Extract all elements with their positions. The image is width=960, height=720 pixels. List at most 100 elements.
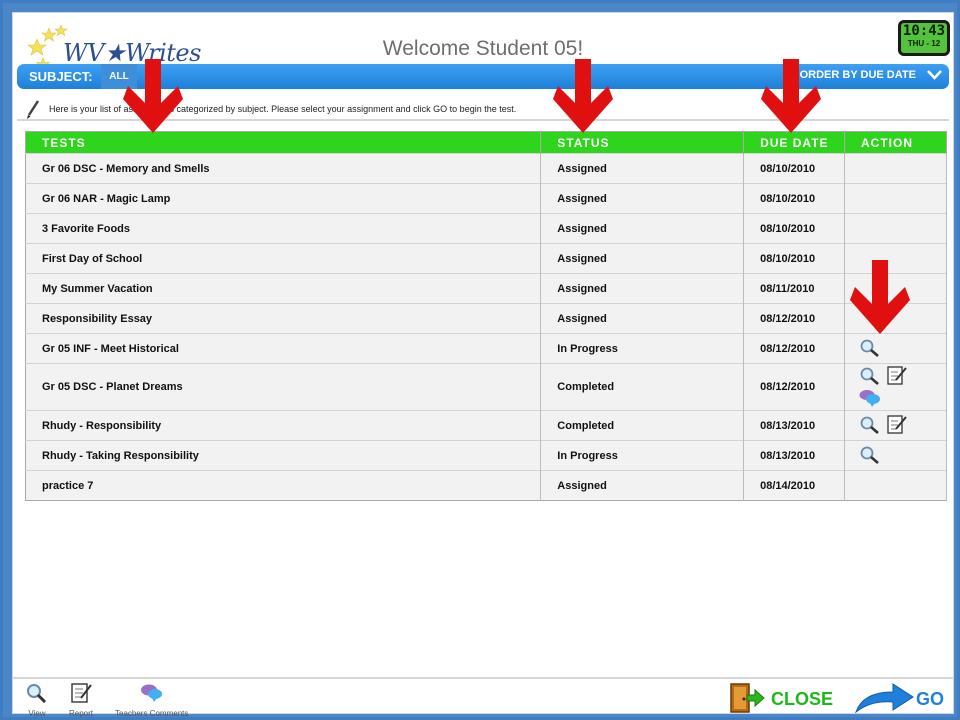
report-action-button[interactable] bbox=[885, 415, 907, 438]
action-cell bbox=[844, 333, 947, 364]
test-name-cell: Gr 06 NAR - Magic Lamp bbox=[25, 183, 542, 214]
due-date-cell: 08/10/2010 bbox=[743, 243, 846, 274]
view-action-button[interactable] bbox=[859, 446, 881, 467]
magnifier-icon[interactable] bbox=[859, 416, 881, 434]
legend-report: Report bbox=[69, 683, 93, 718]
clock-widget: 10:43 THU - 12 bbox=[898, 20, 950, 56]
exit-door-icon bbox=[730, 683, 765, 713]
test-name-cell: Gr 06 DSC - Memory and Smells bbox=[25, 153, 542, 184]
test-name-cell: Gr 05 INF - Meet Historical bbox=[25, 333, 542, 364]
due-date-cell: 08/12/2010 bbox=[743, 363, 846, 411]
view-action-button[interactable] bbox=[859, 339, 881, 360]
due-date-cell: 08/13/2010 bbox=[743, 440, 846, 471]
status-cell: Assigned bbox=[540, 243, 745, 274]
assignments-table: TESTS STATUS DUE DATE ACTION Gr 06 DSC -… bbox=[25, 131, 947, 501]
status-cell: Assigned bbox=[540, 470, 745, 501]
legend-comments-label: Teachers Comments bbox=[115, 709, 189, 718]
table-row[interactable]: Rhudy - Taking Responsibility In Progress… bbox=[25, 440, 947, 471]
due-date-cell: 08/10/2010 bbox=[743, 213, 846, 244]
test-name-cell: Rhudy - Responsibility bbox=[25, 410, 542, 441]
action-cell bbox=[844, 470, 947, 501]
status-cell: Assigned bbox=[540, 153, 745, 184]
due-date-cell: 08/13/2010 bbox=[743, 410, 846, 441]
action-cell bbox=[844, 153, 947, 184]
test-name-cell: First Day of School bbox=[25, 243, 542, 274]
report-icon bbox=[71, 683, 92, 703]
test-name-cell: 3 Favorite Foods bbox=[25, 213, 542, 244]
magnifier-icon[interactable] bbox=[859, 367, 881, 385]
pencil-icon bbox=[27, 100, 40, 119]
comments-icon[interactable] bbox=[859, 389, 881, 407]
due-date-cell: 08/10/2010 bbox=[743, 153, 846, 184]
magnifier-icon[interactable] bbox=[859, 339, 881, 357]
instructions-text: Here is your list of assignments categor… bbox=[49, 104, 517, 114]
annotation-arrow-down-icon bbox=[553, 59, 613, 133]
table-row[interactable]: Gr 06 NAR - Magic Lamp Assigned 08/10/2010 bbox=[25, 183, 947, 214]
app-panel: WV★Writes Welcome Student 05! 10:43 THU … bbox=[12, 12, 954, 718]
legend-view: View bbox=[25, 683, 49, 718]
due-date-cell: 08/12/2010 bbox=[743, 303, 846, 334]
status-cell: In Progress bbox=[540, 333, 745, 364]
test-name-cell: practice 7 bbox=[25, 470, 542, 501]
header-action: ACTION bbox=[844, 131, 947, 154]
magnifier-icon bbox=[27, 684, 47, 704]
annotation-arrow-down-icon bbox=[850, 260, 910, 334]
close-button[interactable]: CLOSE bbox=[729, 682, 833, 714]
due-date-cell: 08/14/2010 bbox=[743, 470, 846, 501]
report-icon[interactable] bbox=[885, 366, 907, 386]
clock-date: THU - 12 bbox=[907, 39, 941, 48]
clock-time: 10:43 bbox=[902, 23, 946, 39]
footer-bar: View Report Teachers Comments CLOSE GO bbox=[13, 677, 953, 718]
order-by-dropdown[interactable]: ORDER BY DUE DATE bbox=[800, 69, 943, 81]
test-name-cell: Gr 05 DSC - Planet Dreams bbox=[25, 363, 542, 411]
table-row[interactable]: practice 7 Assigned 08/14/2010 bbox=[25, 470, 947, 501]
legend-view-label: View bbox=[28, 709, 46, 718]
status-cell: Assigned bbox=[540, 183, 745, 214]
table-row[interactable]: My Summer Vacation Assigned 08/11/2010 bbox=[25, 273, 947, 304]
go-button[interactable]: GO bbox=[853, 682, 944, 714]
due-date-cell: 08/12/2010 bbox=[743, 333, 846, 364]
magnifier-icon[interactable] bbox=[859, 446, 881, 464]
welcome-title: Welcome Student 05! bbox=[382, 37, 584, 60]
table-row[interactable]: Gr 06 DSC - Memory and Smells Assigned 08/… bbox=[25, 153, 947, 184]
status-cell: Completed bbox=[540, 410, 745, 441]
status-cell: Completed bbox=[540, 363, 745, 411]
action-cell bbox=[844, 213, 947, 244]
window-frame: WV★Writes Welcome Student 05! 10:43 THU … bbox=[0, 0, 960, 720]
status-cell: Assigned bbox=[540, 273, 745, 304]
report-action-button[interactable] bbox=[885, 366, 907, 389]
chevron-down-icon bbox=[927, 70, 942, 81]
table-row[interactable]: Rhudy - Responsibility Completed 08/13/201… bbox=[25, 410, 947, 441]
table-row[interactable]: Gr 05 DSC - Planet Dreams Completed 08/12/… bbox=[25, 363, 947, 411]
action-cell bbox=[844, 363, 947, 411]
status-cell: Assigned bbox=[540, 213, 745, 244]
status-cell: In Progress bbox=[540, 440, 745, 471]
test-name-cell: Responsibility Essay bbox=[25, 303, 542, 334]
annotation-arrow-down-icon bbox=[123, 59, 183, 133]
status-cell: Assigned bbox=[540, 303, 745, 334]
legend-report-label: Report bbox=[69, 709, 94, 718]
test-name-cell: My Summer Vacation bbox=[25, 273, 542, 304]
action-cell bbox=[844, 183, 947, 214]
go-label: GO bbox=[916, 689, 945, 709]
header-tests[interactable]: TESTS bbox=[25, 131, 542, 154]
table-row[interactable]: First Day of School Assigned 08/10/2010 bbox=[25, 243, 947, 274]
comments-icon bbox=[140, 684, 162, 702]
due-date-cell: 08/10/2010 bbox=[743, 183, 846, 214]
view-action-button[interactable] bbox=[859, 416, 881, 437]
legend-comments: Teachers Comments bbox=[115, 683, 188, 718]
view-action-button[interactable] bbox=[859, 367, 881, 388]
table-row[interactable]: Responsibility Essay Assigned 08/12/2010 bbox=[25, 303, 947, 334]
due-date-cell: 08/11/2010 bbox=[743, 273, 846, 304]
report-icon[interactable] bbox=[885, 415, 907, 435]
table-row[interactable]: 3 Favorite Foods Assigned 08/10/2010 bbox=[25, 213, 947, 244]
comments-action-button[interactable] bbox=[859, 389, 881, 410]
close-label: CLOSE bbox=[771, 689, 834, 709]
table-row[interactable]: Gr 05 INF - Meet Historical In Progress 08… bbox=[25, 333, 947, 364]
action-cell bbox=[844, 440, 947, 471]
go-arrow-icon bbox=[854, 683, 914, 714]
action-cell bbox=[844, 410, 947, 441]
subject-label: SUBJECT: bbox=[29, 69, 93, 84]
annotation-arrow-down-icon bbox=[761, 59, 821, 133]
test-name-cell: Rhudy - Taking Responsibility bbox=[25, 440, 542, 471]
